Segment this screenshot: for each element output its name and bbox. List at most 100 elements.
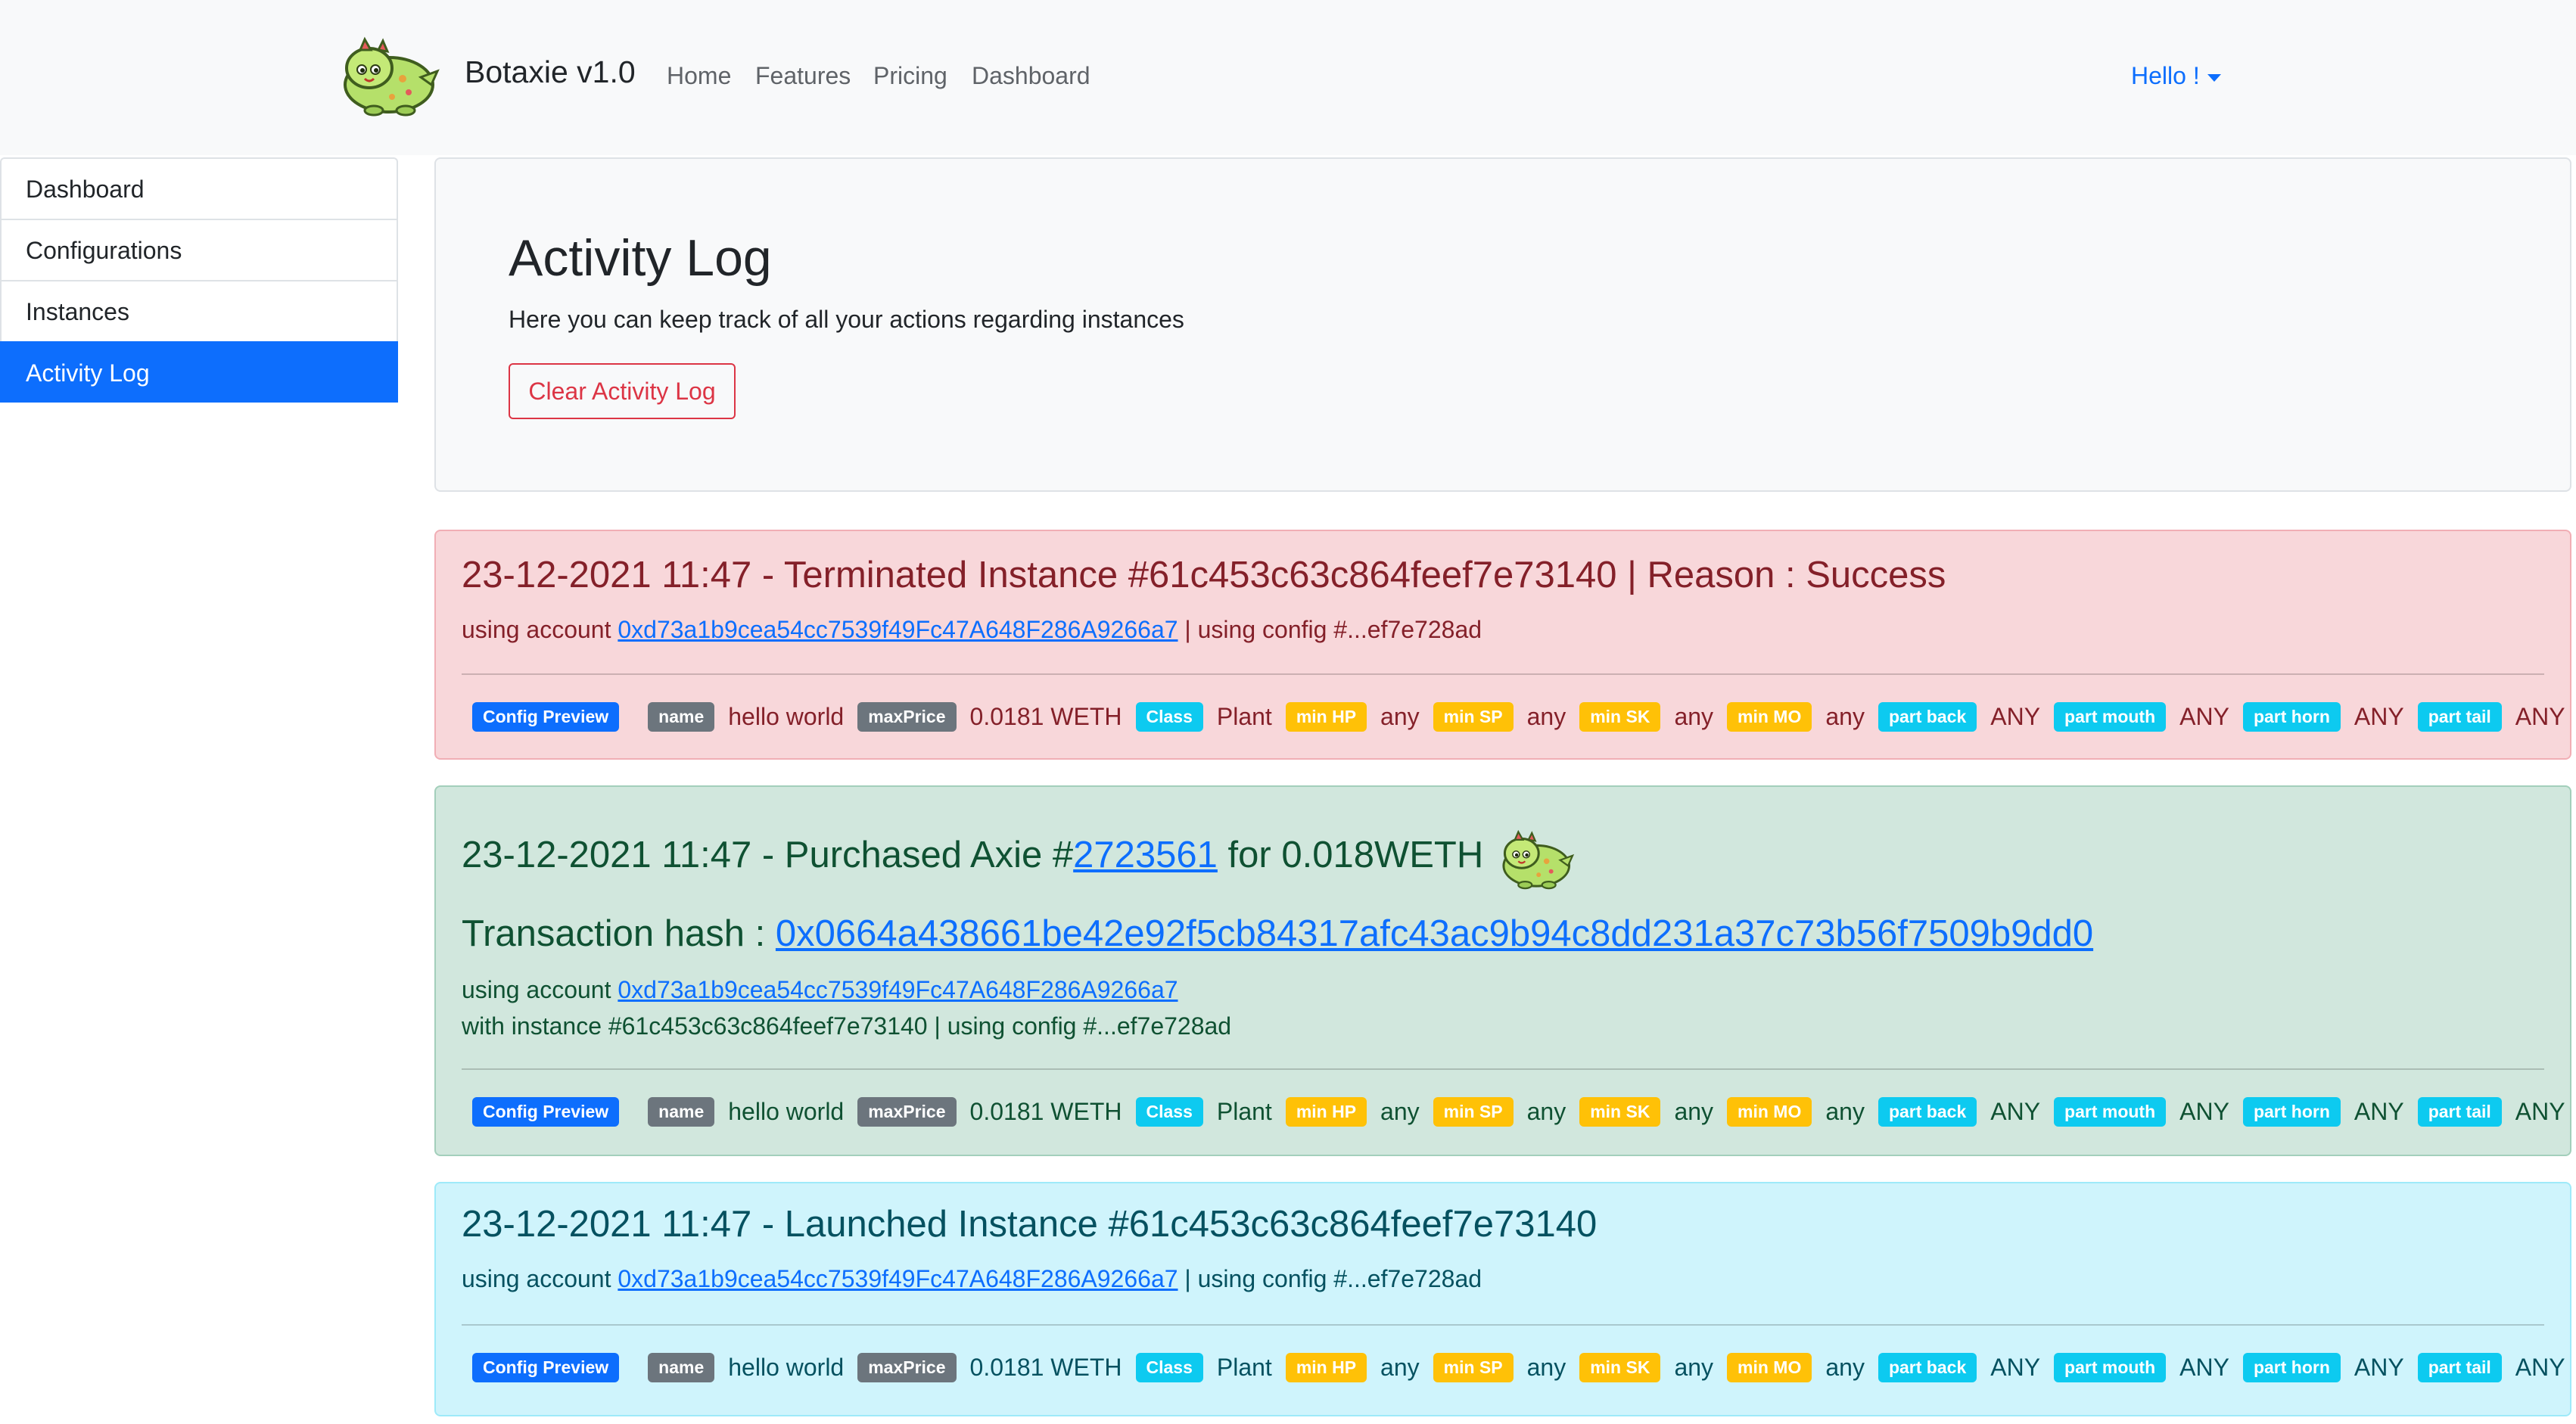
account-prefix: using account bbox=[462, 976, 618, 1003]
brand-name[interactable]: Botaxie v1.0 bbox=[465, 54, 636, 90]
config-field-label: part mouth bbox=[2054, 1097, 2167, 1127]
config-field-label: part tail bbox=[2417, 1353, 2502, 1383]
config-field-value: ANY bbox=[1990, 1098, 2041, 1126]
config-field-value: any bbox=[1526, 703, 1566, 731]
config-field-label: min SK bbox=[1579, 1097, 1661, 1127]
config-field-label: min HP bbox=[1285, 702, 1367, 732]
config-field-label: maxPrice bbox=[857, 1353, 957, 1383]
log-entry-launched: 23-12-2021 11:47 - Launched Instance #61… bbox=[434, 1182, 2571, 1416]
config-field-value: any bbox=[1825, 1354, 1865, 1382]
sidebar: Dashboard Configurations Instances Activ… bbox=[0, 157, 398, 403]
nav-home-link[interactable]: Home bbox=[667, 62, 731, 90]
account-link[interactable]: 0xd73a1b9cea54cc7539f49Fc47A648F286A9266… bbox=[618, 1265, 1178, 1292]
config-field-label: Class bbox=[1135, 702, 1203, 732]
nav-features-link[interactable]: Features bbox=[755, 62, 851, 90]
config-field-value: hello world bbox=[728, 1354, 845, 1382]
user-dropdown-label: Hello ! bbox=[2131, 62, 2200, 89]
transaction-hash-link[interactable]: 0x0664a438661be42e92f5cb84317afc43ac9b94… bbox=[776, 913, 2093, 954]
config-field-value: any bbox=[1380, 1354, 1420, 1382]
config-field-label: min MO bbox=[1727, 702, 1812, 732]
log-entry-account-line: using account 0xd73a1b9cea54cc7539f49Fc4… bbox=[462, 1265, 1482, 1293]
page-title: Activity Log bbox=[509, 229, 772, 287]
config-field-value: any bbox=[1825, 1098, 1865, 1126]
config-field-label: name bbox=[648, 1353, 715, 1383]
user-dropdown[interactable]: Hello ! bbox=[2131, 62, 2221, 90]
config-field-value: ANY bbox=[2354, 703, 2404, 731]
sidebar-item-configurations[interactable]: Configurations bbox=[0, 219, 398, 280]
top-navbar: Botaxie v1.0 Home Features Pricing Dashb… bbox=[0, 0, 2576, 155]
config-field-value: any bbox=[1526, 1354, 1566, 1382]
config-field-label: part horn bbox=[2242, 1097, 2341, 1127]
page-subtitle: Here you can keep track of all your acti… bbox=[509, 306, 1184, 333]
nav-dashboard-link[interactable]: Dashboard bbox=[972, 62, 1090, 90]
config-field-label: min MO bbox=[1727, 1353, 1812, 1383]
account-link[interactable]: 0xd73a1b9cea54cc7539f49Fc47A648F286A9266… bbox=[618, 616, 1178, 643]
config-field-value: hello world bbox=[728, 1098, 845, 1126]
config-field-value: ANY bbox=[1990, 1354, 2041, 1382]
config-field-value: hello world bbox=[728, 703, 845, 731]
config-preview-row: Config Preview name hello world maxPrice 0.0… bbox=[472, 1097, 2576, 1127]
sidebar-item-dashboard[interactable]: Dashboard bbox=[0, 157, 398, 219]
caret-down-icon bbox=[2207, 73, 2221, 82]
config-field-value: Plant bbox=[1216, 1354, 1272, 1382]
config-field-value: 0.0181 WETH bbox=[969, 703, 1122, 731]
config-suffix: | using config #...ef7e728ad bbox=[1178, 616, 1482, 643]
config-field-label: part back bbox=[1878, 1097, 1977, 1127]
config-field-label: min SK bbox=[1579, 1353, 1661, 1383]
log-entry-title: 23-12-2021 11:47 - Terminated Instance #… bbox=[462, 555, 1946, 595]
axie-id-link[interactable]: 2723561 bbox=[1073, 835, 1218, 875]
divider bbox=[462, 1068, 2544, 1070]
sidebar-item-instances[interactable]: Instances bbox=[0, 280, 398, 341]
config-field-label: part back bbox=[1878, 702, 1977, 732]
log-entry-instance-line: with instance #61c453c63c864feef7e73140 … bbox=[462, 1012, 1232, 1040]
config-field-label: maxPrice bbox=[857, 1097, 957, 1127]
config-field-value: any bbox=[1380, 703, 1420, 731]
axie-logo-icon[interactable] bbox=[330, 35, 443, 118]
clear-activity-log-button[interactable]: Clear Activity Log bbox=[509, 363, 736, 419]
transaction-hash-line: Transaction hash : 0x0664a438661be42e92f… bbox=[462, 913, 2093, 955]
config-field-value: any bbox=[1674, 703, 1714, 731]
config-field-label: part tail bbox=[2417, 1097, 2502, 1127]
config-field-label: min SP bbox=[1433, 1097, 1514, 1127]
config-field-label: maxPrice bbox=[857, 702, 957, 732]
config-preview-row: Config Preview name hello world maxPrice 0.0… bbox=[472, 1353, 2576, 1383]
config-field-label: part mouth bbox=[2054, 702, 2167, 732]
config-field-label: min SP bbox=[1433, 702, 1514, 732]
log-entry-purchased: 23-12-2021 11:47 - Purchased Axie #27235… bbox=[434, 785, 2571, 1156]
config-field-value: ANY bbox=[2515, 1098, 2565, 1126]
config-field-value: 0.0181 WETH bbox=[969, 1098, 1122, 1126]
config-field-label: part horn bbox=[2242, 702, 2341, 732]
config-field-value: any bbox=[1674, 1098, 1714, 1126]
config-field-label: name bbox=[648, 702, 715, 732]
config-preview-row: Config Preview name hello world maxPrice 0.0… bbox=[472, 702, 2576, 732]
page-header-panel: Activity Log Here you can keep track of … bbox=[434, 157, 2571, 492]
config-field-label: part tail bbox=[2417, 702, 2502, 732]
config-field-value: ANY bbox=[2354, 1354, 2404, 1382]
config-field-value: ANY bbox=[2515, 703, 2565, 731]
config-field-value: ANY bbox=[1990, 703, 2041, 731]
config-field-value: ANY bbox=[2515, 1354, 2565, 1382]
config-field-label: Class bbox=[1135, 1097, 1203, 1127]
config-field-value: any bbox=[1380, 1098, 1420, 1126]
log-entry-terminated: 23-12-2021 11:47 - Terminated Instance #… bbox=[434, 530, 2571, 760]
config-field-label: Class bbox=[1135, 1353, 1203, 1383]
nav-pricing-link[interactable]: Pricing bbox=[873, 62, 947, 90]
log-entry-account-line: using account 0xd73a1b9cea54cc7539f49Fc4… bbox=[462, 976, 1178, 1004]
config-field-label: part mouth bbox=[2054, 1353, 2167, 1383]
config-field-value: any bbox=[1526, 1098, 1566, 1126]
account-prefix: using account bbox=[462, 1265, 618, 1292]
log-entry-account-line: using account 0xd73a1b9cea54cc7539f49Fc4… bbox=[462, 616, 1482, 644]
divider bbox=[462, 673, 2544, 675]
tx-prefix: Transaction hash : bbox=[462, 913, 776, 954]
log-entry-title: 23-12-2021 11:47 - Purchased Axie #27235… bbox=[462, 834, 1483, 876]
config-field-value: ANY bbox=[2354, 1098, 2404, 1126]
config-field-value: Plant bbox=[1216, 1098, 1272, 1126]
config-field-label: min HP bbox=[1285, 1353, 1367, 1383]
config-preview-badge: Config Preview bbox=[472, 1097, 620, 1127]
config-field-value: 0.0181 WETH bbox=[969, 1354, 1122, 1382]
config-field-label: min HP bbox=[1285, 1097, 1367, 1127]
axie-avatar-icon bbox=[1492, 828, 1577, 891]
sidebar-item-activity-log[interactable]: Activity Log bbox=[0, 341, 398, 403]
config-field-value: any bbox=[1674, 1354, 1714, 1382]
account-link[interactable]: 0xd73a1b9cea54cc7539f49Fc47A648F286A9266… bbox=[618, 976, 1178, 1003]
